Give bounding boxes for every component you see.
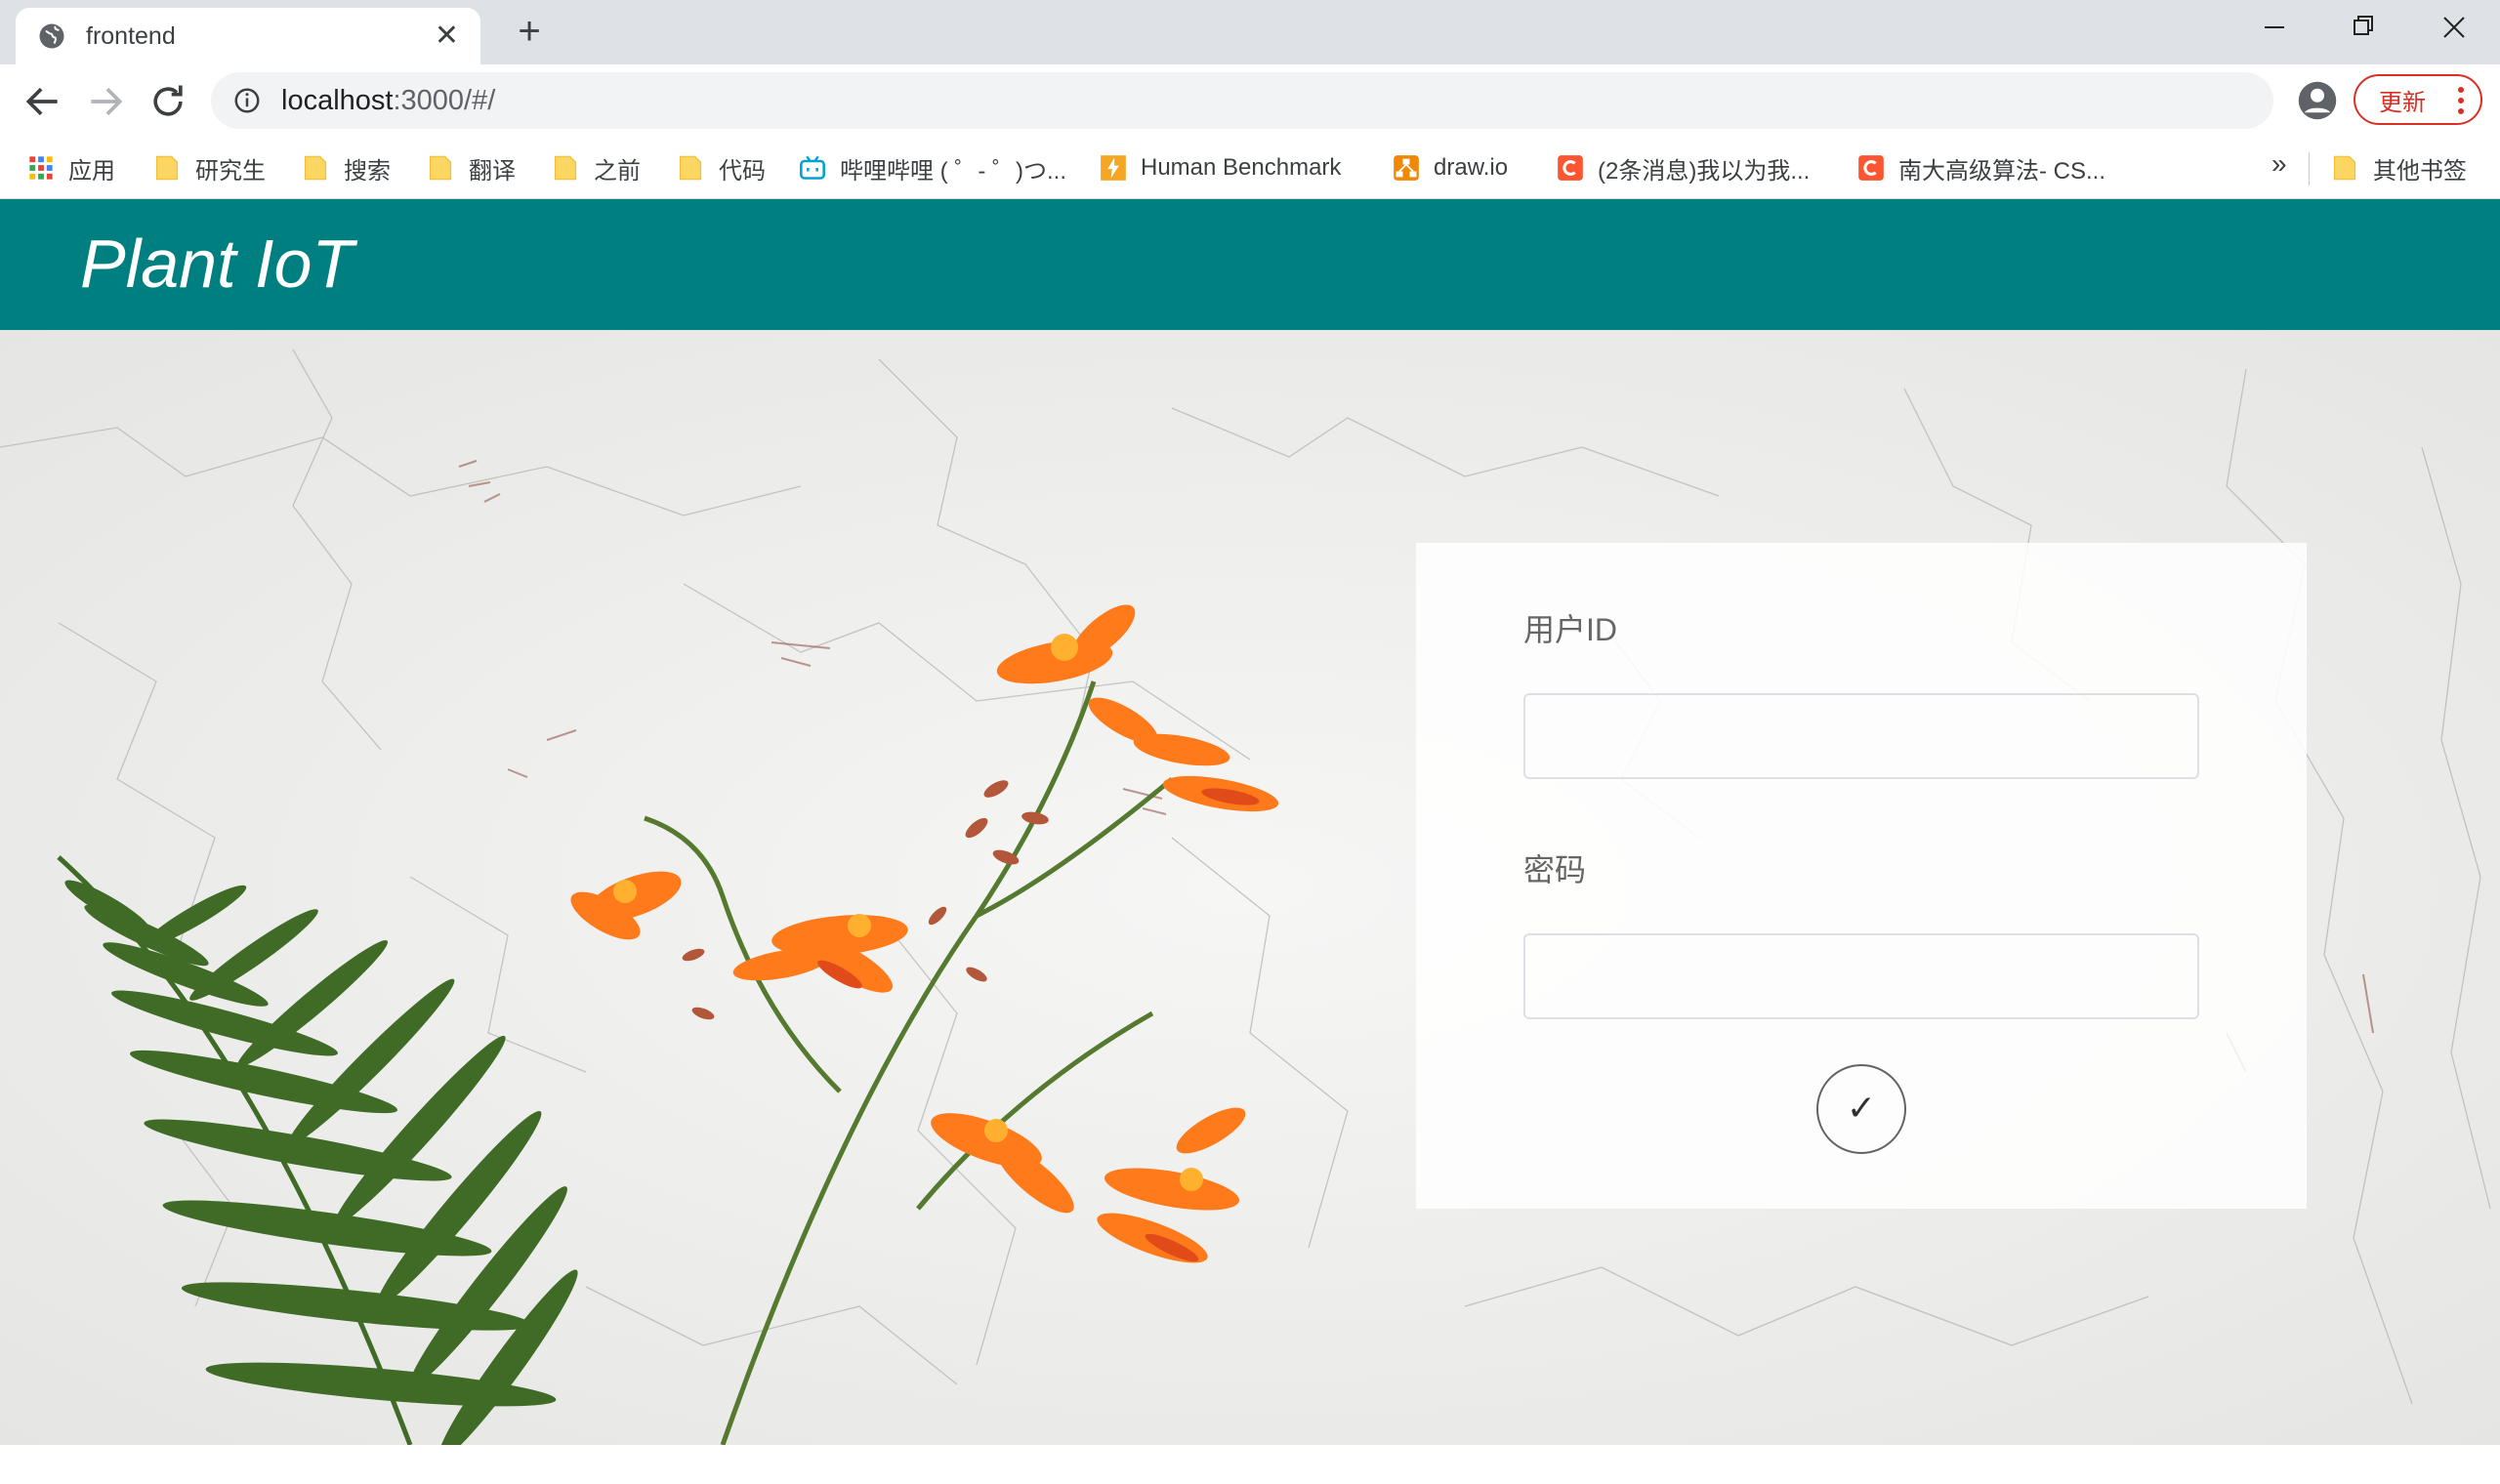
bookmark-apps[interactable]: 应用 xyxy=(27,148,115,187)
reload-icon[interactable] xyxy=(146,80,189,123)
login-submit-button[interactable]: ✓ xyxy=(1816,1064,1906,1154)
bookmark-drawio[interactable]: draw.io xyxy=(1393,148,1508,187)
update-button[interactable]: 更新 xyxy=(2354,74,2482,125)
new-tab-button[interactable]: + xyxy=(508,10,551,53)
browser-tab[interactable]: frontend ✕ xyxy=(16,8,480,64)
bookmarks-divider xyxy=(2309,152,2310,186)
folder-icon xyxy=(679,155,702,181)
bookmark-csdn-2[interactable]: 南大高级算法- CS... xyxy=(1857,148,2105,187)
bookmark-label: Human Benchmark xyxy=(1141,154,1342,181)
bookmark-label: 代码 xyxy=(719,157,766,185)
bookmark-label: 其他书签 xyxy=(2373,157,2467,185)
login-form: 用户ID 密码 ✓ xyxy=(1416,543,2307,1209)
bookmark-label: 哔哩哔哩 ( ゜- ゜)つ... xyxy=(840,157,1066,185)
bookmark-label: 搜索 xyxy=(344,157,391,185)
user-id-label: 用户ID xyxy=(1523,612,1618,647)
password-input[interactable] xyxy=(1523,933,2199,1019)
profile-avatar-icon[interactable] xyxy=(2297,80,2338,121)
more-bookmarks-chevron[interactable]: » xyxy=(2271,148,2287,180)
bookmark-label: 翻译 xyxy=(469,157,516,185)
url-path: :3000/#/ xyxy=(393,84,496,116)
site-info-icon[interactable] xyxy=(232,86,262,115)
folder-icon xyxy=(2333,155,2356,181)
bookmark-folder-translate[interactable]: 翻译 xyxy=(428,148,516,187)
apps-grid-icon xyxy=(29,156,53,180)
browser-toolbar: localhost:3000/#/ 更新 xyxy=(0,64,2500,137)
csdn-icon xyxy=(1558,155,1583,181)
update-label: 更新 xyxy=(2379,89,2426,116)
window-minimize-icon[interactable] xyxy=(2251,8,2300,47)
checkmark-icon: ✓ xyxy=(1846,1089,1877,1129)
bookmark-label: 之前 xyxy=(594,157,641,185)
folder-icon xyxy=(429,155,452,181)
globe-icon xyxy=(39,23,64,49)
csdn-icon xyxy=(1858,155,1884,181)
folder-icon xyxy=(554,155,577,181)
more-vert-icon xyxy=(2458,87,2464,114)
browser-tab-strip: frontend ✕ + xyxy=(0,0,2500,64)
bookmark-label: (2条消息)我以为我... xyxy=(1598,157,1811,185)
password-label: 密码 xyxy=(1523,852,1587,887)
bilibili-icon xyxy=(800,155,825,180)
forward-arrow-icon[interactable] xyxy=(84,80,127,123)
tab-close-icon[interactable]: ✕ xyxy=(435,21,459,51)
tab-title: frontend xyxy=(86,21,176,50)
bookmark-label: 南大高级算法- CS... xyxy=(1898,157,2106,185)
folder-icon xyxy=(304,155,327,181)
user-id-input[interactable] xyxy=(1523,693,2199,779)
bookmark-csdn-1[interactable]: (2条消息)我以为我... xyxy=(1557,148,1810,187)
app-header: Plant IoT xyxy=(0,199,2500,330)
lightning-icon xyxy=(1101,155,1126,181)
bookmark-folder-search[interactable]: 搜索 xyxy=(303,148,391,187)
window-restore-icon[interactable] xyxy=(2339,8,2388,47)
folder-icon xyxy=(155,155,179,181)
bookmark-bilibili[interactable]: 哔哩哔哩 ( ゜- ゜)つ... xyxy=(799,148,1066,187)
bookmark-folder-grad[interactable]: 研究生 xyxy=(154,148,266,187)
bookmark-other[interactable]: 其他书签 xyxy=(2332,148,2467,187)
window-close-icon[interactable] xyxy=(2430,8,2479,47)
address-bar[interactable]: localhost:3000/#/ xyxy=(211,72,2464,129)
bookmark-label: draw.io xyxy=(1434,154,1509,181)
app-brand-title: Plant IoT xyxy=(80,226,354,302)
drawio-icon xyxy=(1394,155,1419,181)
bookmark-label: 应用 xyxy=(68,157,115,185)
bookmarks-bar: 应用 研究生 搜索 翻译 之前 代码 哔哩哔哩 ( ゜- ゜)つ... Huma… xyxy=(0,137,2500,199)
bookmark-folder-before[interactable]: 之前 xyxy=(553,148,641,187)
bookmark-human-benchmark[interactable]: Human Benchmark xyxy=(1100,148,1341,187)
url-host: localhost xyxy=(281,84,394,116)
bookmark-label: 研究生 xyxy=(195,157,266,185)
back-arrow-icon[interactable] xyxy=(21,80,64,123)
bookmark-folder-code[interactable]: 代码 xyxy=(678,148,766,187)
